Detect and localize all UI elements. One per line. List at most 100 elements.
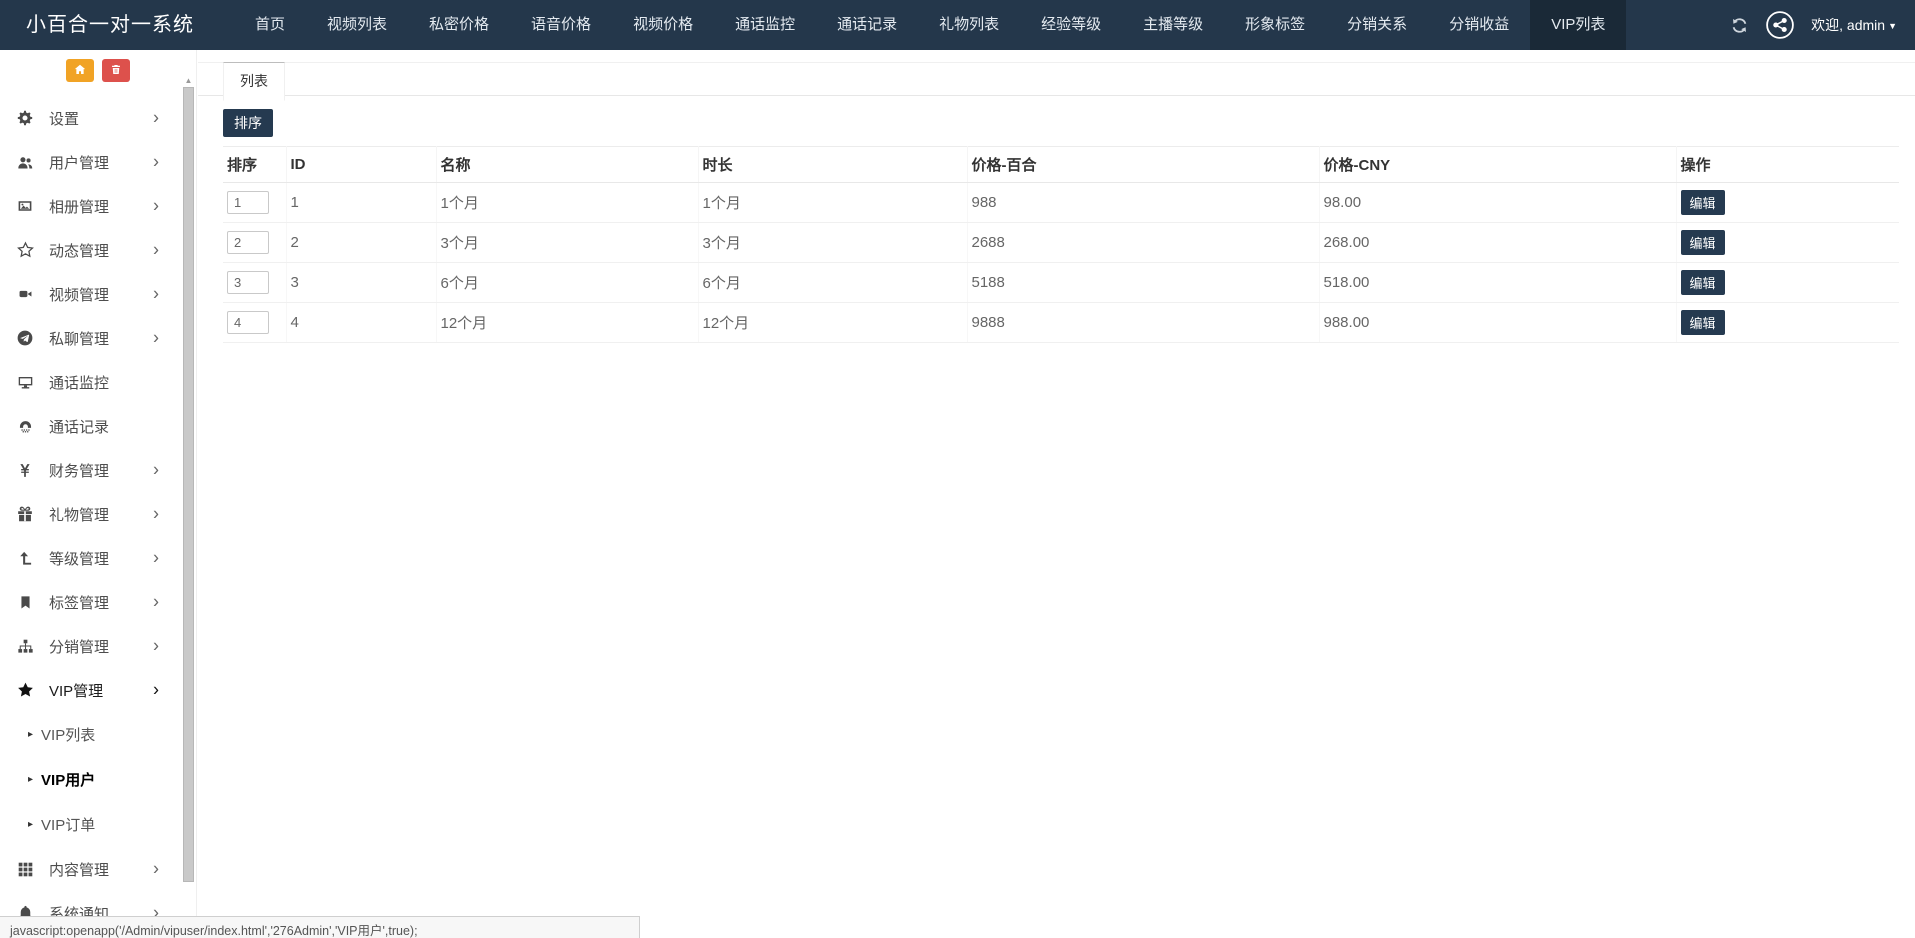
chevron-right-icon: › [153, 860, 159, 878]
paper-plane-icon [14, 329, 36, 347]
sort-input[interactable] [227, 311, 269, 334]
level-up-icon [14, 549, 36, 567]
sidebar-item-moments[interactable]: 动态管理 › [0, 228, 196, 272]
sidebar-item-users[interactable]: 用户管理 › [0, 140, 196, 184]
nav-item-anchor-level[interactable]: 主播等级 [1122, 0, 1224, 50]
sort-input[interactable] [227, 191, 269, 214]
delete-button[interactable] [102, 59, 130, 82]
yen-icon [14, 461, 36, 479]
col-header-name: 名称 [436, 147, 698, 183]
cell-price-cny: 988.00 [1319, 303, 1676, 343]
edit-button[interactable]: 编辑 [1681, 190, 1725, 215]
chevron-right-icon: › [153, 549, 159, 567]
col-header-sort: 排序 [223, 147, 286, 183]
sidebar-scrollbar[interactable]: ▲ [182, 76, 195, 938]
cell-price-lily: 988 [967, 183, 1319, 223]
nav-item-video-price[interactable]: 视频价格 [612, 0, 714, 50]
sidebar-item-content[interactable]: 内容管理 › [0, 847, 196, 891]
top-menu: 首页 视频列表 私密价格 语音价格 视频价格 通话监控 通话记录 礼物列表 经验… [234, 0, 1626, 50]
tab-list[interactable]: 列表 [223, 62, 285, 101]
col-header-actions: 操作 [1676, 147, 1899, 183]
cell-name: 6个月 [436, 263, 698, 303]
phone-icon [14, 417, 36, 435]
nav-item-call-monitor[interactable]: 通话监控 [714, 0, 816, 50]
image-icon [14, 197, 36, 215]
sidebar-item-videos[interactable]: 视频管理 › [0, 272, 196, 316]
sidebar-subitem-vip-orders[interactable]: ▸ VIP订单 [0, 802, 196, 847]
nav-item-vip-list[interactable]: VIP列表 [1530, 0, 1626, 50]
navbar-right-cluster: 欢迎, admin▼ [1730, 0, 1897, 50]
table-row: 3 6个月 6个月 5188 518.00 编辑 [223, 263, 1899, 303]
nav-item-distribution-relation[interactable]: 分销关系 [1326, 0, 1428, 50]
nav-item-private-price[interactable]: 私密价格 [408, 0, 510, 50]
nav-item-call-records[interactable]: 通话记录 [816, 0, 918, 50]
sort-button[interactable]: 排序 [223, 109, 273, 137]
table-row: 1 1个月 1个月 988 98.00 编辑 [223, 183, 1899, 223]
cell-duration: 6个月 [698, 263, 967, 303]
sidebar: 设置 › 用户管理 › 相册管理 › 动态管理 › 视频管理 › 私聊管理 › … [0, 50, 197, 938]
sidebar-item-albums[interactable]: 相册管理 › [0, 184, 196, 228]
monitor-icon [14, 373, 36, 391]
refresh-icon[interactable] [1730, 16, 1749, 35]
sidebar-subitem-vip-users[interactable]: ▸ VIP用户 [0, 757, 196, 802]
sort-input[interactable] [227, 271, 269, 294]
nav-item-image-tags[interactable]: 形象标签 [1224, 0, 1326, 50]
caret-down-icon: ▼ [1888, 21, 1897, 31]
sidebar-item-private-chat[interactable]: 私聊管理 › [0, 316, 196, 360]
cell-duration: 1个月 [698, 183, 967, 223]
col-header-id: ID [286, 147, 436, 183]
edit-button[interactable]: 编辑 [1681, 270, 1725, 295]
user-menu[interactable]: 欢迎, admin▼ [1811, 15, 1897, 35]
sidebar-item-call-monitor[interactable]: 通话监控 [0, 360, 196, 404]
cell-id: 4 [286, 303, 436, 343]
grid-icon [14, 860, 36, 878]
video-camera-icon [14, 285, 36, 303]
table-header-row: 排序 ID 名称 时长 价格-百合 价格-CNY 操作 [223, 147, 1899, 183]
sidebar-item-gifts[interactable]: 礼物管理 › [0, 492, 196, 536]
sidebar-item-vip[interactable]: VIP管理 › [0, 668, 196, 712]
trash-icon [110, 63, 122, 79]
nav-item-video-list[interactable]: 视频列表 [306, 0, 408, 50]
chevron-right-icon: › [153, 197, 159, 215]
sidebar-item-finance[interactable]: 财务管理 › [0, 448, 196, 492]
sidebar-item-settings[interactable]: 设置 › [0, 96, 196, 140]
nav-item-exp-level[interactable]: 经验等级 [1020, 0, 1122, 50]
sidebar-subitem-vip-list[interactable]: ▸ VIP列表 [0, 712, 196, 757]
scrollbar-thumb[interactable] [183, 87, 194, 882]
gift-icon [14, 505, 36, 523]
sidebar-item-distribution[interactable]: 分销管理 › [0, 624, 196, 668]
cell-price-lily: 9888 [967, 303, 1319, 343]
edit-button[interactable]: 编辑 [1681, 230, 1725, 255]
cell-price-cny: 518.00 [1319, 263, 1676, 303]
nav-item-distribution-income[interactable]: 分销收益 [1428, 0, 1530, 50]
cell-name: 12个月 [436, 303, 698, 343]
nav-item-home[interactable]: 首页 [234, 0, 306, 50]
cell-name: 1个月 [436, 183, 698, 223]
sidebar-item-tags[interactable]: 标签管理 › [0, 580, 196, 624]
cell-id: 2 [286, 223, 436, 263]
sidebar-item-levels[interactable]: 等级管理 › [0, 536, 196, 580]
edit-button[interactable]: 编辑 [1681, 310, 1725, 335]
cell-duration: 12个月 [698, 303, 967, 343]
cell-name: 3个月 [436, 223, 698, 263]
table-row: 4 12个月 12个月 9888 988.00 编辑 [223, 303, 1899, 343]
cell-price-cny: 98.00 [1319, 183, 1676, 223]
sidebar-item-call-records[interactable]: 通话记录 [0, 404, 196, 448]
sidebar-toolbar [0, 59, 196, 82]
share-network-avatar-icon[interactable] [1765, 10, 1795, 40]
home-button[interactable] [66, 59, 94, 82]
scroll-up-arrow-icon[interactable]: ▲ [182, 76, 195, 85]
nav-item-voice-price[interactable]: 语音价格 [510, 0, 612, 50]
chevron-right-icon: › [153, 241, 159, 259]
chevron-right-icon: › [153, 329, 159, 347]
star-icon [14, 681, 36, 699]
col-header-price-cny: 价格-CNY [1319, 147, 1676, 183]
nav-item-gift-list[interactable]: 礼物列表 [918, 0, 1020, 50]
cell-price-lily: 5188 [967, 263, 1319, 303]
main-content: 列表 排序 排序 ID 名称 时长 价格-百合 价格-CNY 操作 1 1个月 … [198, 50, 1915, 938]
col-header-duration: 时长 [698, 147, 967, 183]
chevron-right-icon: › [153, 461, 159, 479]
chevron-right-icon: › [153, 637, 159, 655]
sort-input[interactable] [227, 231, 269, 254]
chevron-right-icon: › [153, 285, 159, 303]
